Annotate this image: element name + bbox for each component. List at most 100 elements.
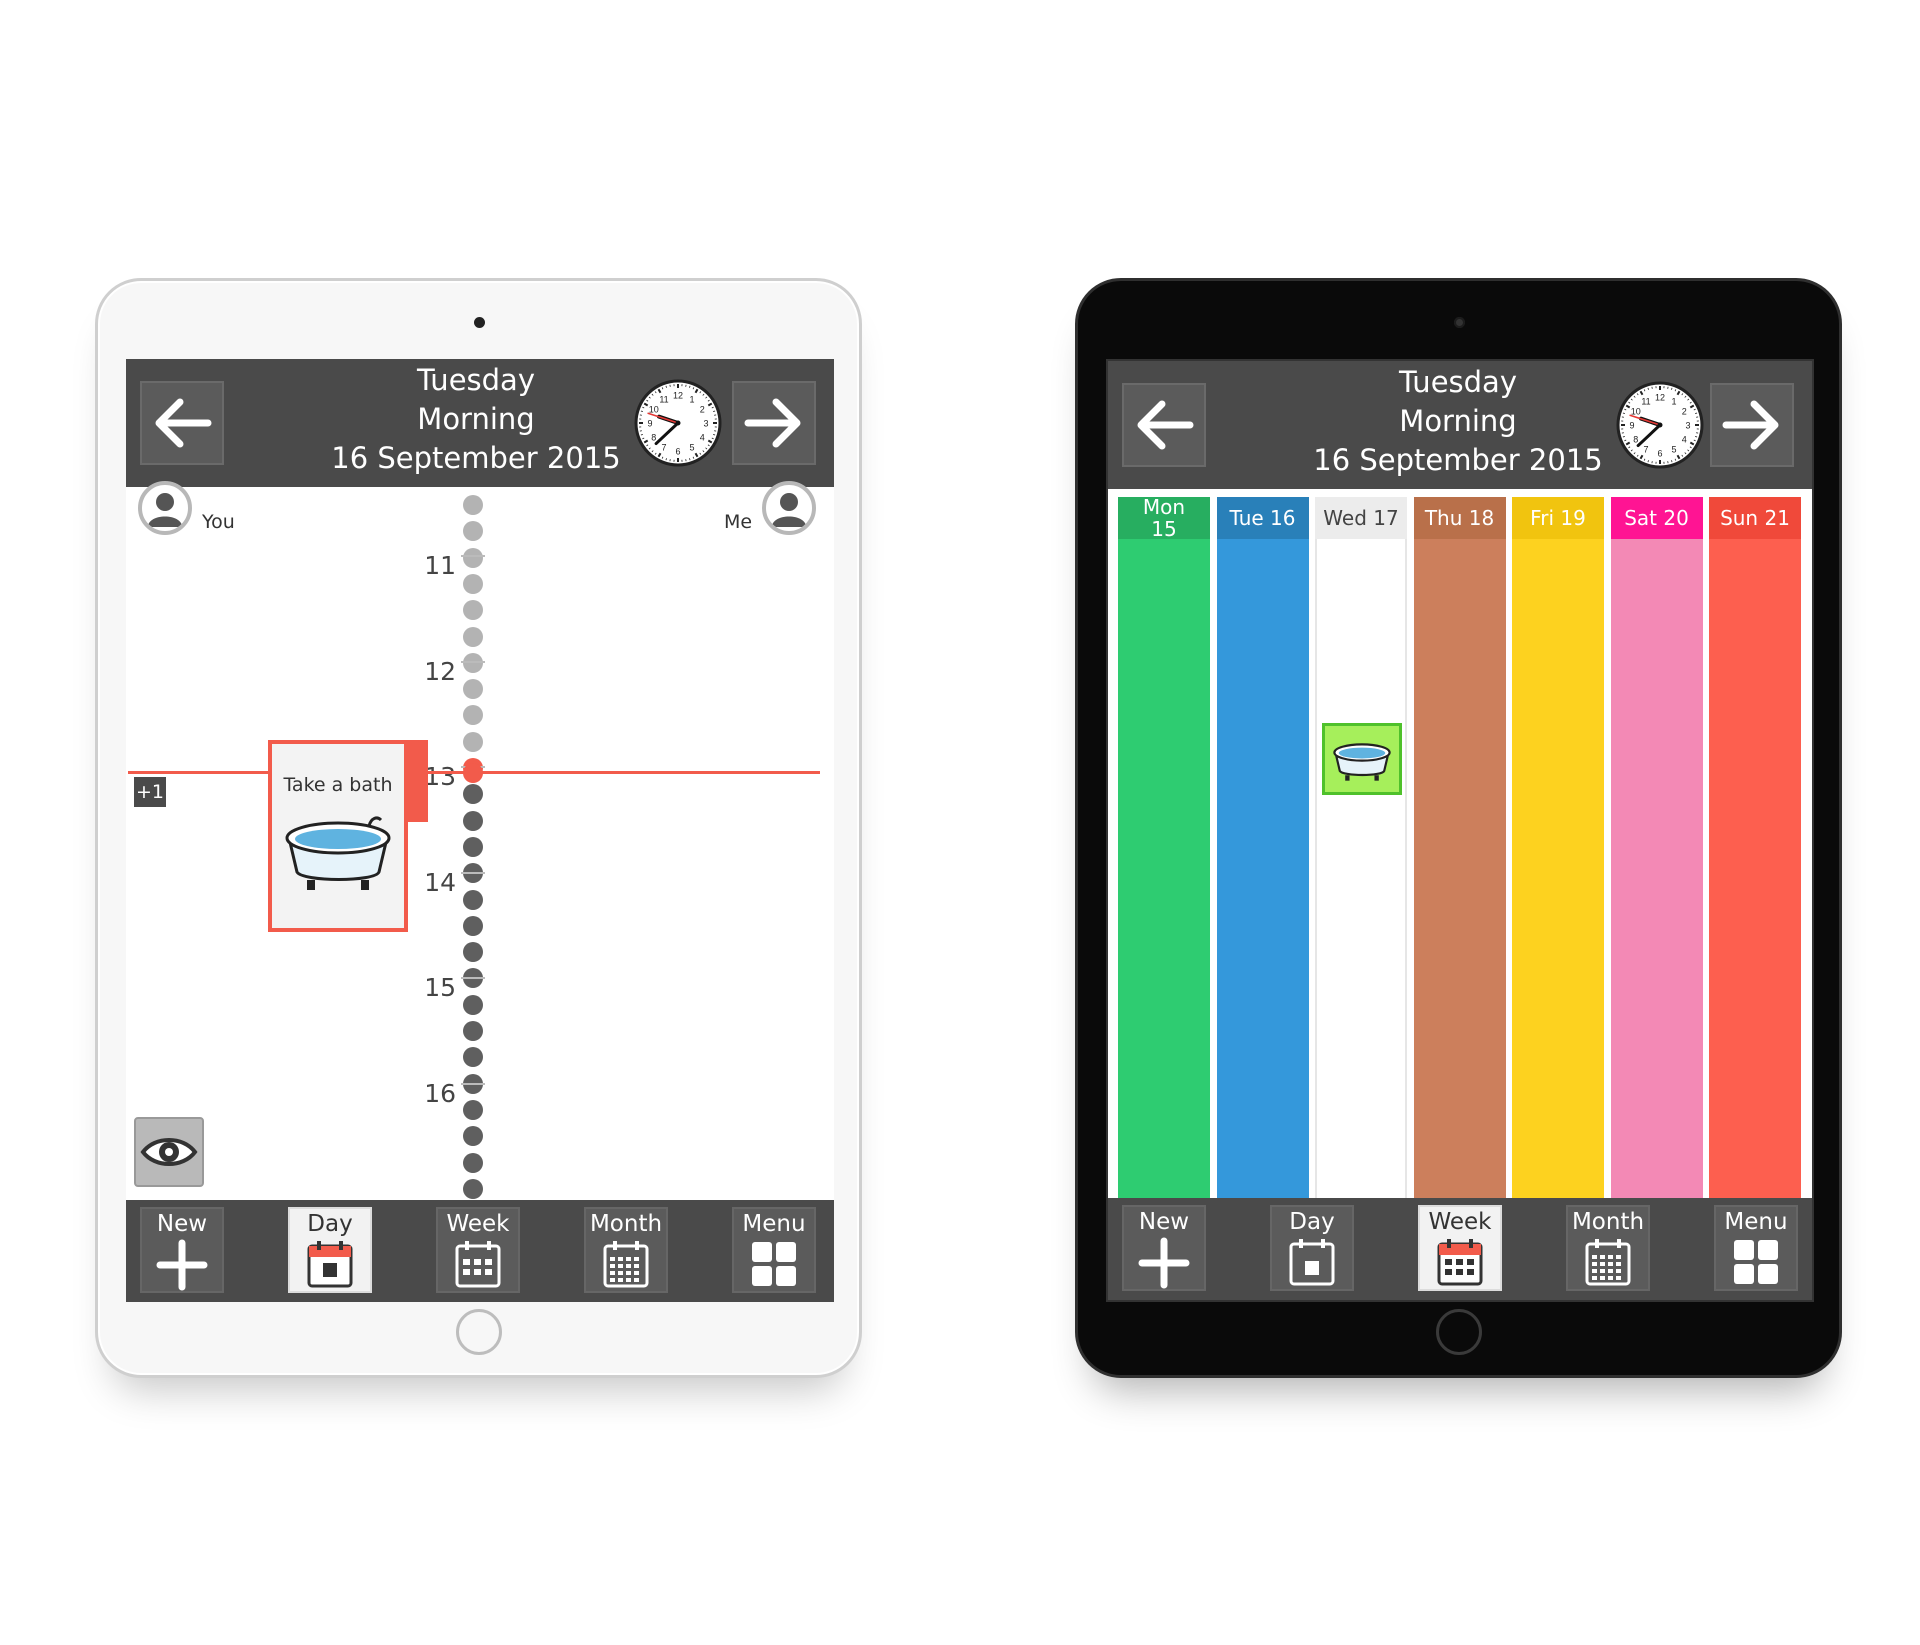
clock-number: 1 bbox=[1671, 396, 1676, 406]
new-label: New bbox=[156, 1211, 208, 1237]
week-label: Week bbox=[1428, 1209, 1492, 1235]
new-button[interactable]: New bbox=[140, 1207, 224, 1293]
timeline-dot bbox=[463, 679, 483, 700]
timeline-dot bbox=[463, 1047, 483, 1068]
day-column-header[interactable]: Fri 19 bbox=[1512, 497, 1604, 539]
plus-icon bbox=[1138, 1237, 1190, 1289]
clock-icon: 12 12 3 45678 9 1011 bbox=[634, 379, 722, 467]
menu-button[interactable]: Menu bbox=[732, 1207, 816, 1293]
arrow-left-icon bbox=[1137, 400, 1194, 450]
day-column-body[interactable] bbox=[1610, 539, 1703, 1202]
avatar-me[interactable] bbox=[762, 481, 816, 535]
timeline-dot bbox=[463, 573, 483, 594]
timeline-dot bbox=[463, 784, 483, 805]
home-button[interactable] bbox=[455, 1309, 502, 1355]
grid-menu-icon bbox=[1734, 1240, 1778, 1284]
tab-day[interactable]: Day bbox=[1270, 1205, 1354, 1291]
clock-number: 6 bbox=[1657, 449, 1662, 459]
header-title: Tuesday Morning 16 September 2015 bbox=[276, 361, 676, 478]
timeline-dot bbox=[463, 994, 483, 1015]
clock-number: 10 bbox=[649, 405, 659, 415]
grid-menu-icon bbox=[752, 1242, 796, 1286]
day-column[interactable]: Tue 16 bbox=[1216, 497, 1309, 1202]
clock-hub bbox=[675, 420, 681, 426]
new-button[interactable]: New bbox=[1122, 1205, 1206, 1291]
tab-day[interactable]: Day bbox=[288, 1207, 372, 1293]
visibility-toggle[interactable] bbox=[134, 1117, 204, 1187]
day-column[interactable]: Fri 19 bbox=[1512, 497, 1604, 1202]
header-day: Tuesday bbox=[1399, 365, 1517, 399]
previous-button[interactable] bbox=[1122, 383, 1206, 467]
day-column[interactable]: Sun 21 bbox=[1709, 497, 1801, 1202]
person-icon bbox=[148, 493, 182, 527]
previous-button[interactable] bbox=[140, 381, 224, 465]
more-events-badge[interactable]: +1 bbox=[134, 777, 166, 807]
next-button[interactable] bbox=[732, 381, 816, 465]
marketing-stage: Tuesday Morning 16 September 2015 12 1 2 3 4… bbox=[0, 0, 1920, 1645]
day-column-header[interactable]: Tue 16 bbox=[1216, 497, 1309, 539]
week-event[interactable] bbox=[1322, 723, 1402, 795]
person-icon bbox=[772, 493, 806, 527]
day-column-header[interactable]: Sat 20 bbox=[1610, 497, 1703, 539]
tab-week[interactable]: Week bbox=[436, 1207, 520, 1293]
clock-number: 7 bbox=[1643, 445, 1648, 455]
hour-tick bbox=[461, 1082, 485, 1085]
calendar-month-icon bbox=[1585, 1239, 1631, 1286]
day-column[interactable]: Thu 18 bbox=[1413, 497, 1506, 1202]
day-column-body[interactable] bbox=[1413, 539, 1506, 1202]
timeline-dot bbox=[463, 915, 483, 936]
header-title: Tuesday Morning 16 September 2015 bbox=[1258, 363, 1658, 480]
white-tablet: Tuesday Morning 16 September 2015 12 1 2 3 4… bbox=[95, 278, 862, 1378]
timeline-dot bbox=[463, 889, 483, 910]
timeline-dot bbox=[463, 942, 483, 963]
day-column-header[interactable]: Wed 17 bbox=[1315, 497, 1407, 539]
day-column[interactable]: Sat 20 bbox=[1610, 497, 1703, 1202]
calendar-week-icon bbox=[1437, 1239, 1483, 1286]
day-column-body[interactable] bbox=[1118, 539, 1210, 1202]
timeline-dot bbox=[463, 495, 483, 515]
clock-number: 5 bbox=[1671, 445, 1676, 455]
calendar-week-icon bbox=[455, 1241, 501, 1288]
clock-number: 8 bbox=[1633, 435, 1638, 445]
hour-tick bbox=[461, 977, 485, 979]
menu-button[interactable]: Menu bbox=[1714, 1205, 1798, 1291]
hour-tick bbox=[461, 555, 485, 557]
calendar-month-icon bbox=[603, 1241, 649, 1288]
day-column-body[interactable] bbox=[1216, 539, 1309, 1202]
clock-number: 4 bbox=[1682, 435, 1687, 445]
day-column-body[interactable] bbox=[1512, 539, 1604, 1202]
tab-week[interactable]: Week bbox=[1418, 1205, 1502, 1291]
avatar-you[interactable] bbox=[138, 481, 192, 535]
event-flag bbox=[408, 740, 428, 822]
day-column[interactable]: Mon 15 bbox=[1118, 496, 1210, 1202]
day-label: Day bbox=[1289, 1209, 1335, 1235]
header-date: 16 September 2015 bbox=[331, 441, 621, 475]
header-bar: Tuesday Morning 16 September 2015 12 1 2 3 4… bbox=[126, 359, 834, 487]
hour-label: 14 bbox=[424, 867, 456, 897]
timeline-dot bbox=[463, 652, 483, 673]
day-column-body[interactable] bbox=[1315, 539, 1407, 1202]
timeline-dot bbox=[463, 600, 483, 621]
day-column-body[interactable] bbox=[1709, 539, 1801, 1202]
week-view-screen: Tuesday Morning 16 September 2015 12 1 2 3 4… bbox=[1106, 359, 1814, 1302]
clock-number: 12 bbox=[673, 391, 683, 401]
day-column-header[interactable]: Mon 15 bbox=[1118, 496, 1210, 540]
week-grid: Mon 15 Tue 16 Wed 17 Thu 18 Fri 19 Sat 20 Sun … bbox=[1108, 489, 1812, 1202]
tab-month[interactable]: Month bbox=[584, 1207, 668, 1293]
next-button[interactable] bbox=[1710, 383, 1794, 467]
home-button[interactable] bbox=[1435, 1309, 1482, 1355]
timeline-dot bbox=[463, 1021, 483, 1041]
clock-number: 5 bbox=[689, 443, 694, 453]
clock-number: 11 bbox=[659, 394, 668, 404]
bathtub-icon bbox=[1333, 743, 1391, 781]
timeline-dot bbox=[463, 731, 483, 752]
day-column-header[interactable]: Thu 18 bbox=[1413, 497, 1506, 539]
day-column[interactable]: Wed 17 bbox=[1315, 497, 1407, 1202]
header-period: Morning bbox=[417, 402, 535, 436]
hour-label: 16 bbox=[424, 1078, 456, 1108]
day-column-header[interactable]: Sun 21 bbox=[1709, 497, 1801, 539]
event-card[interactable]: Take a bath bbox=[268, 740, 408, 932]
clock-number: 2 bbox=[700, 405, 705, 415]
menu-label: Menu bbox=[1724, 1209, 1788, 1235]
tab-month[interactable]: Month bbox=[1566, 1205, 1650, 1291]
